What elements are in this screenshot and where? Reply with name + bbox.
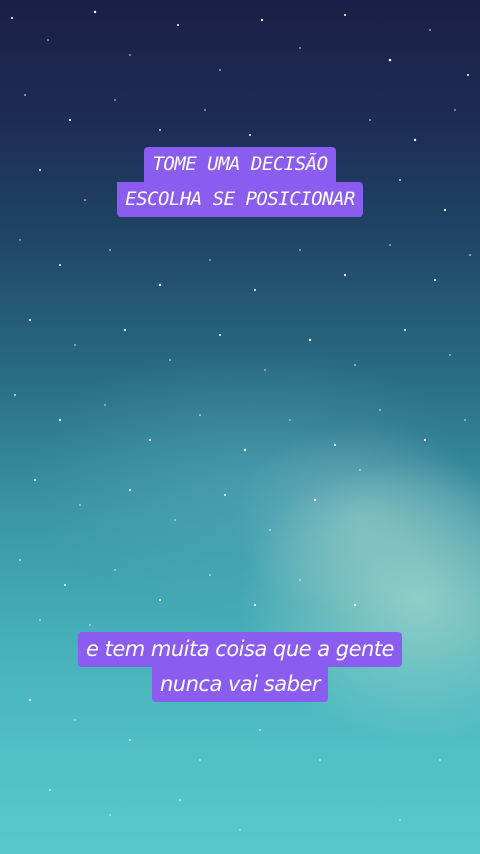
bottom-caption-line-2: nunca vai saber [151,667,329,702]
bottom-caption: e tem muita coisa que a gente nunca vai … [0,632,480,702]
top-caption-line-1: TOME UMA DECISÃO [144,147,336,182]
top-caption-line-2: ESCOLHA SE POSICIONAR [117,182,363,217]
bottom-caption-line-1: e tem muita coisa que a gente [78,632,402,667]
starfield-background [11,10,471,831]
top-caption: TOME UMA DECISÃO ESCOLHA SE POSICIONAR [0,147,480,217]
story-screen: TOME UMA DECISÃO ESCOLHA SE POSICIONAR e… [0,0,480,854]
